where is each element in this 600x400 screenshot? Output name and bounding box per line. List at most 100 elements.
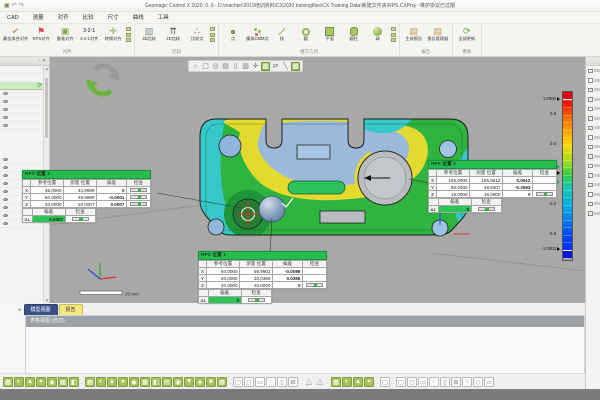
checkbox-icon[interactable] <box>588 107 593 112</box>
view-tools-icon[interactable]: ● <box>118 377 128 387</box>
checkbox-icon[interactable]: ✓ <box>588 126 593 131</box>
visibility-eye-icon[interactable] <box>3 222 8 226</box>
colorbar-green-marker[interactable] <box>557 165 560 169</box>
bottom-left-hole[interactable] <box>208 219 224 235</box>
menu-item-比较[interactable]: 比较 <box>76 12 101 24</box>
visibility-eye-icon[interactable] <box>3 166 8 170</box>
ribbon-small-stack[interactable] <box>209 25 216 44</box>
ribbon-small-stack[interactable] <box>125 25 132 44</box>
ribbon-button-最佳拟合对齐[interactable]: ✔最佳拟合对齐 <box>2 25 29 42</box>
display-mode-tools-icon[interactable]: ▢ <box>233 377 243 387</box>
tree-item-row[interactable] <box>0 106 49 114</box>
measure-tools-icon[interactable]: ◌ <box>429 377 439 387</box>
normal-tools-icon[interactable]: △ <box>315 377 325 387</box>
measure-tools-icon[interactable]: ○ <box>462 377 472 387</box>
table-view-header[interactable]: 表格视图 (自动) <box>26 316 584 327</box>
view-tools-icon[interactable]: ◆ <box>129 377 139 387</box>
tab-report[interactable]: 报告 <box>59 304 83 315</box>
visibility-eye-icon[interactable] <box>3 124 8 128</box>
selection-tools-icon[interactable]: ▦ <box>3 377 13 387</box>
tree-item-row[interactable] <box>0 122 49 130</box>
checkbox-icon[interactable] <box>588 78 593 83</box>
view-tools-icon[interactable]: ▲ <box>107 377 117 387</box>
view-tools-icon[interactable]: ◉ <box>173 377 183 387</box>
measure-tools-icon[interactable]: ▯ <box>440 377 450 387</box>
ribbon-button-圆柱[interactable]: 圆柱 <box>342 25 366 42</box>
menu-item-工具[interactable]: 工具 <box>151 12 176 24</box>
measure-tools-icon[interactable]: ▢ <box>396 377 406 387</box>
scroll-thumb[interactable] <box>45 78 48 138</box>
ribbon-button-点[interactable]: 点 <box>221 25 245 42</box>
view-tools-icon[interactable]: ■ <box>206 377 216 387</box>
visibility-eye-icon[interactable] <box>3 100 8 104</box>
selection-tools-icon[interactable]: ◧ <box>69 377 79 387</box>
checkbox-icon[interactable]: ✓ <box>588 183 593 188</box>
visibility-eye-icon[interactable] <box>3 108 8 112</box>
ribbon-button-生成报告[interactable]: ▤生成报告 <box>402 25 426 42</box>
checkbox-icon[interactable] <box>588 192 593 197</box>
overlay-tools-icon[interactable]: ▦ <box>331 377 341 387</box>
ribbon-button-模拟CMM点[interactable]: 模拟CMM点 <box>245 25 270 42</box>
colorbar-marker[interactable] <box>557 171 560 175</box>
tree-item-row[interactable] <box>0 114 49 122</box>
visibility-eye-icon[interactable] <box>3 92 8 96</box>
visibility-eye-icon[interactable] <box>3 116 8 120</box>
measure-tools-icon[interactable]: ▱ <box>484 377 494 387</box>
ribbon-button-比较点[interactable]: ∴比较点 <box>185 25 209 42</box>
top-left-hole[interactable] <box>219 135 241 157</box>
view-tools-icon[interactable]: ▦ <box>85 377 95 387</box>
close-icon[interactable]: ✕ <box>42 58 46 65</box>
visibility-eye-icon[interactable] <box>3 214 8 218</box>
checkbox-icon[interactable] <box>588 164 593 169</box>
pin-icon[interactable]: ▫ <box>38 58 40 65</box>
ribbon-button-2D比较[interactable]: ⇈2D比较 <box>161 25 185 42</box>
selection-tools-icon[interactable]: ● <box>36 377 46 387</box>
refresh-icon[interactable]: ⟳ <box>37 82 42 90</box>
app-icon[interactable]: ▣ <box>4 1 10 11</box>
ribbon-button-报告管理器[interactable]: ▤报告管理器 <box>426 25 450 42</box>
ribbon-button-3-2-1对齐[interactable]: 3·2·13-2-1对齐 <box>77 25 101 42</box>
overlay-tools-icon[interactable]: ● <box>364 377 374 387</box>
pill-slot[interactable] <box>288 181 345 194</box>
view-tools-icon[interactable]: ▤ <box>162 377 172 387</box>
menu-item-尺寸[interactable]: 尺寸 <box>101 12 126 24</box>
selection-tools-icon[interactable]: ◆ <box>47 377 57 387</box>
visibility-eye-icon[interactable] <box>3 158 8 162</box>
tree-row-selected[interactable]: ⟳ <box>0 82 49 90</box>
rect-slot[interactable] <box>297 145 330 159</box>
tree-item-row[interactable] <box>0 90 49 98</box>
ribbon-button-圆[interactable]: 圆 <box>294 25 318 42</box>
display-mode-tools-icon[interactable]: ⊞ <box>288 377 298 387</box>
measure-tools-icon[interactable]: ◻ <box>407 377 417 387</box>
checkbox-icon[interactable]: ✓ <box>588 202 593 207</box>
measure-tools-icon[interactable]: ▭ <box>418 377 428 387</box>
checkbox-icon[interactable]: ✓ <box>588 88 593 93</box>
overlay-tools-icon[interactable]: ▲ <box>353 377 363 387</box>
redo-icon[interactable]: ↷ <box>19 1 24 11</box>
visibility-eye-icon[interactable] <box>3 174 8 178</box>
view-tools-icon[interactable]: ◐ <box>96 377 106 387</box>
view-tools-icon[interactable]: ◈ <box>195 377 205 387</box>
paint-tool-icon[interactable]: ▢ <box>380 377 390 387</box>
undo-icon[interactable]: ↶ <box>12 1 17 11</box>
colorbar-green-marker[interactable] <box>557 180 560 184</box>
colorbar-marker[interactable] <box>557 97 560 101</box>
display-mode-tools-icon[interactable]: ▭ <box>255 377 265 387</box>
ribbon-button-3D比较[interactable]: ▧3D比较 <box>137 25 161 42</box>
view-tools-icon[interactable]: ◧ <box>151 377 161 387</box>
ribbon-small-stack[interactable] <box>390 25 397 44</box>
normal-tools-icon[interactable]: △ <box>304 377 314 387</box>
ribbon-button-基准对齐[interactable]: ▣基准对齐 <box>53 25 77 42</box>
tree-item-row[interactable] <box>0 98 49 106</box>
checkbox-icon[interactable]: ✓ <box>588 211 593 216</box>
tab-model-view[interactable]: 模型视图 <box>24 304 58 315</box>
overlay-tools-icon[interactable]: ◐ <box>342 377 352 387</box>
checkbox-icon[interactable]: ✓ <box>588 173 593 178</box>
visibility-eye-icon[interactable] <box>3 198 8 202</box>
menu-item-CAD[interactable]: CAD <box>0 12 26 24</box>
selection-tools-icon[interactable]: ◐ <box>14 377 24 387</box>
view-tools-icon[interactable]: ▩ <box>140 377 150 387</box>
checkbox-icon[interactable]: ✓ <box>588 154 593 159</box>
measure-tools-icon[interactable]: ◇ <box>473 377 483 387</box>
tab-scroll-left-icon[interactable]: ◂ <box>18 307 23 315</box>
